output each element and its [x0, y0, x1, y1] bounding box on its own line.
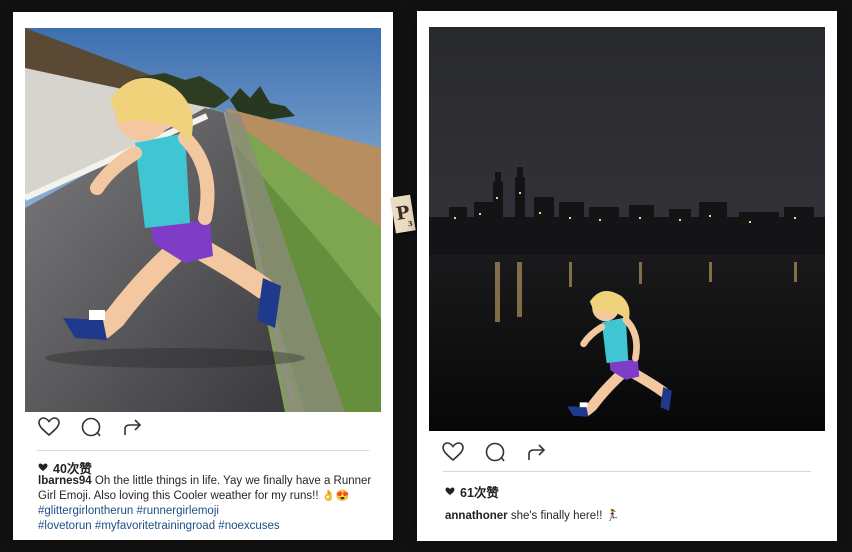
post-photo-city[interactable]: [429, 27, 825, 431]
likes-label: 61次赞: [460, 486, 499, 500]
comment-icon[interactable]: [483, 440, 507, 464]
share-icon[interactable]: [525, 440, 549, 464]
post-caption: lbarnes94 Oh the little things in life. …: [38, 474, 373, 534]
post-caption: annathoner she's finally here!! 🏃‍♀️: [445, 509, 815, 524]
post-card-left: 40次赞 lbarnes94 Oh the little things in l…: [13, 12, 393, 540]
username-link[interactable]: lbarnes94: [38, 475, 92, 487]
caption-text: she's finally here!!: [507, 510, 606, 522]
night-city-image: [429, 27, 825, 431]
caption-emojis: 🏃‍♀️: [605, 510, 620, 522]
username-link[interactable]: annathoner: [445, 510, 508, 522]
post-card-right: 61次赞 annathoner she's finally here!! 🏃‍♀…: [417, 11, 837, 541]
hashtag-link[interactable]: #runnergirlemoji: [136, 505, 218, 517]
stage: 40次赞 lbarnes94 Oh the little things in l…: [0, 0, 852, 552]
caption-emojis: 👌😍: [321, 490, 350, 502]
divider: [443, 471, 811, 472]
tile-points: 3: [407, 218, 414, 229]
heart-icon[interactable]: [37, 415, 61, 439]
small-heart-icon: [445, 487, 455, 496]
comment-icon[interactable]: [79, 415, 103, 439]
small-heart-icon: [38, 463, 48, 472]
heart-icon[interactable]: [441, 440, 465, 464]
share-icon[interactable]: [121, 415, 145, 439]
hashtag-link[interactable]: #noexcuses: [218, 520, 279, 532]
hashtag-link[interactable]: #myfavoritetrainingroad: [95, 520, 215, 532]
likes-count[interactable]: 61次赞: [445, 482, 499, 501]
divider: [37, 450, 369, 451]
hashtag-link[interactable]: #glittergirlontherun: [38, 505, 133, 517]
scrabble-tile: P 3: [390, 194, 416, 234]
post-actions: [441, 437, 549, 467]
post-actions: [37, 412, 145, 442]
road-runner-image: [25, 28, 381, 412]
hashtag-link[interactable]: #lovetorun: [38, 520, 92, 532]
post-photo-road[interactable]: [25, 28, 381, 412]
